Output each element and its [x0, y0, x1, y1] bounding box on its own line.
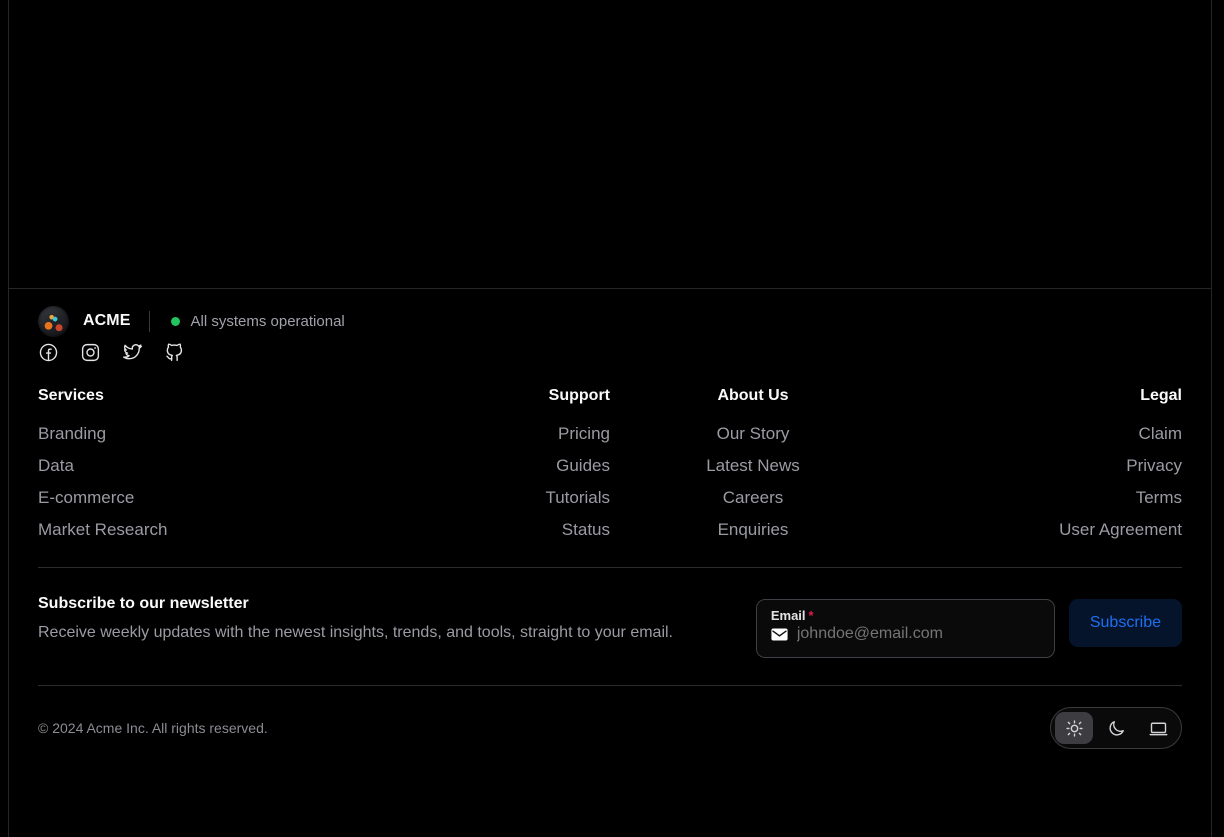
- footer-link[interactable]: Careers: [610, 488, 896, 508]
- page-root: ACME All systems operational Services Br…: [0, 0, 1224, 837]
- site-footer: ACME All systems operational Services Br…: [9, 289, 1211, 837]
- column-heading: Legal: [1140, 387, 1182, 404]
- newsletter-description: Receive weekly updates with the newest i…: [38, 624, 673, 641]
- footer-link[interactable]: User Agreement: [896, 520, 1182, 540]
- envelope-icon: [771, 628, 788, 640]
- footer-column-services: Services Branding Data E-commerce Market…: [38, 387, 324, 540]
- email-field-label-row: Email *: [771, 608, 1040, 623]
- footer-column-about-us: About Us Our Story Latest News Careers E…: [610, 387, 896, 540]
- footer-link[interactable]: Status: [324, 520, 610, 540]
- brand-name: ACME: [83, 312, 131, 329]
- email-input[interactable]: [796, 625, 1027, 643]
- acme-logo-icon: [38, 305, 69, 337]
- sun-icon: [1065, 719, 1083, 737]
- theme-toggle: [1050, 707, 1182, 749]
- footer-link[interactable]: Data: [38, 456, 324, 476]
- newsletter-title: Subscribe to our newsletter: [38, 595, 249, 612]
- hero-blank-area: [9, 0, 1211, 288]
- subscribe-button[interactable]: Subscribe: [1068, 599, 1182, 647]
- footer-link[interactable]: Pricing: [324, 424, 610, 444]
- newsletter-section: Subscribe to our newsletter Receive week…: [38, 568, 1182, 658]
- newsletter-form: Email * Subscribe: [755, 595, 1182, 658]
- email-field[interactable]: Email *: [755, 599, 1055, 658]
- copyright-text: © 2024 Acme Inc. All rights reserved.: [38, 720, 268, 736]
- column-heading: Support: [548, 387, 610, 404]
- instagram-icon[interactable]: [80, 342, 101, 363]
- brand-row: ACME All systems operational: [38, 289, 1182, 337]
- footer-link[interactable]: Latest News: [610, 456, 896, 476]
- footer-link[interactable]: Branding: [38, 424, 324, 444]
- footer-link[interactable]: Privacy: [896, 456, 1182, 476]
- newsletter-copy: Subscribe to our newsletter Receive week…: [38, 595, 673, 645]
- status-badge: All systems operational: [190, 312, 345, 330]
- monitor-icon: [1149, 722, 1167, 735]
- footer-column-legal: Legal Claim Privacy Terms User Agreement: [896, 387, 1182, 540]
- footer-link[interactable]: Our Story: [610, 424, 896, 444]
- moon-icon: [1108, 720, 1124, 736]
- github-icon[interactable]: [164, 342, 185, 363]
- footer-link[interactable]: Terms: [896, 488, 1182, 508]
- theme-system-button[interactable]: [1139, 712, 1177, 744]
- social-links: [38, 340, 1182, 364]
- status-dot-icon: [170, 316, 180, 326]
- footer-link[interactable]: Claim: [896, 424, 1182, 444]
- footer-column-support: Support Pricing Guides Tutorials Status: [324, 387, 610, 540]
- footer-link[interactable]: E-commerce: [38, 488, 324, 508]
- footer-link[interactable]: Enquiries: [610, 520, 896, 540]
- footer-link-columns: Services Branding Data E-commerce Market…: [38, 387, 1182, 540]
- column-heading: About Us: [717, 387, 789, 404]
- footer-bottom-bar: © 2024 Acme Inc. All rights reserved.: [38, 686, 1182, 749]
- column-heading: Services: [38, 387, 104, 404]
- required-marker: *: [808, 608, 814, 623]
- theme-dark-button[interactable]: [1097, 712, 1135, 744]
- email-input-row: [771, 625, 1040, 643]
- footer-link[interactable]: Market Research: [38, 520, 324, 540]
- footer-link[interactable]: Guides: [324, 456, 610, 476]
- frame-border-right: [1211, 0, 1212, 837]
- facebook-icon[interactable]: [38, 342, 59, 363]
- footer-link[interactable]: Tutorials: [324, 488, 610, 508]
- brand-separator: [148, 310, 150, 332]
- twitter-icon[interactable]: [122, 342, 143, 363]
- email-label: Email: [770, 608, 806, 623]
- theme-light-button[interactable]: [1055, 712, 1093, 744]
